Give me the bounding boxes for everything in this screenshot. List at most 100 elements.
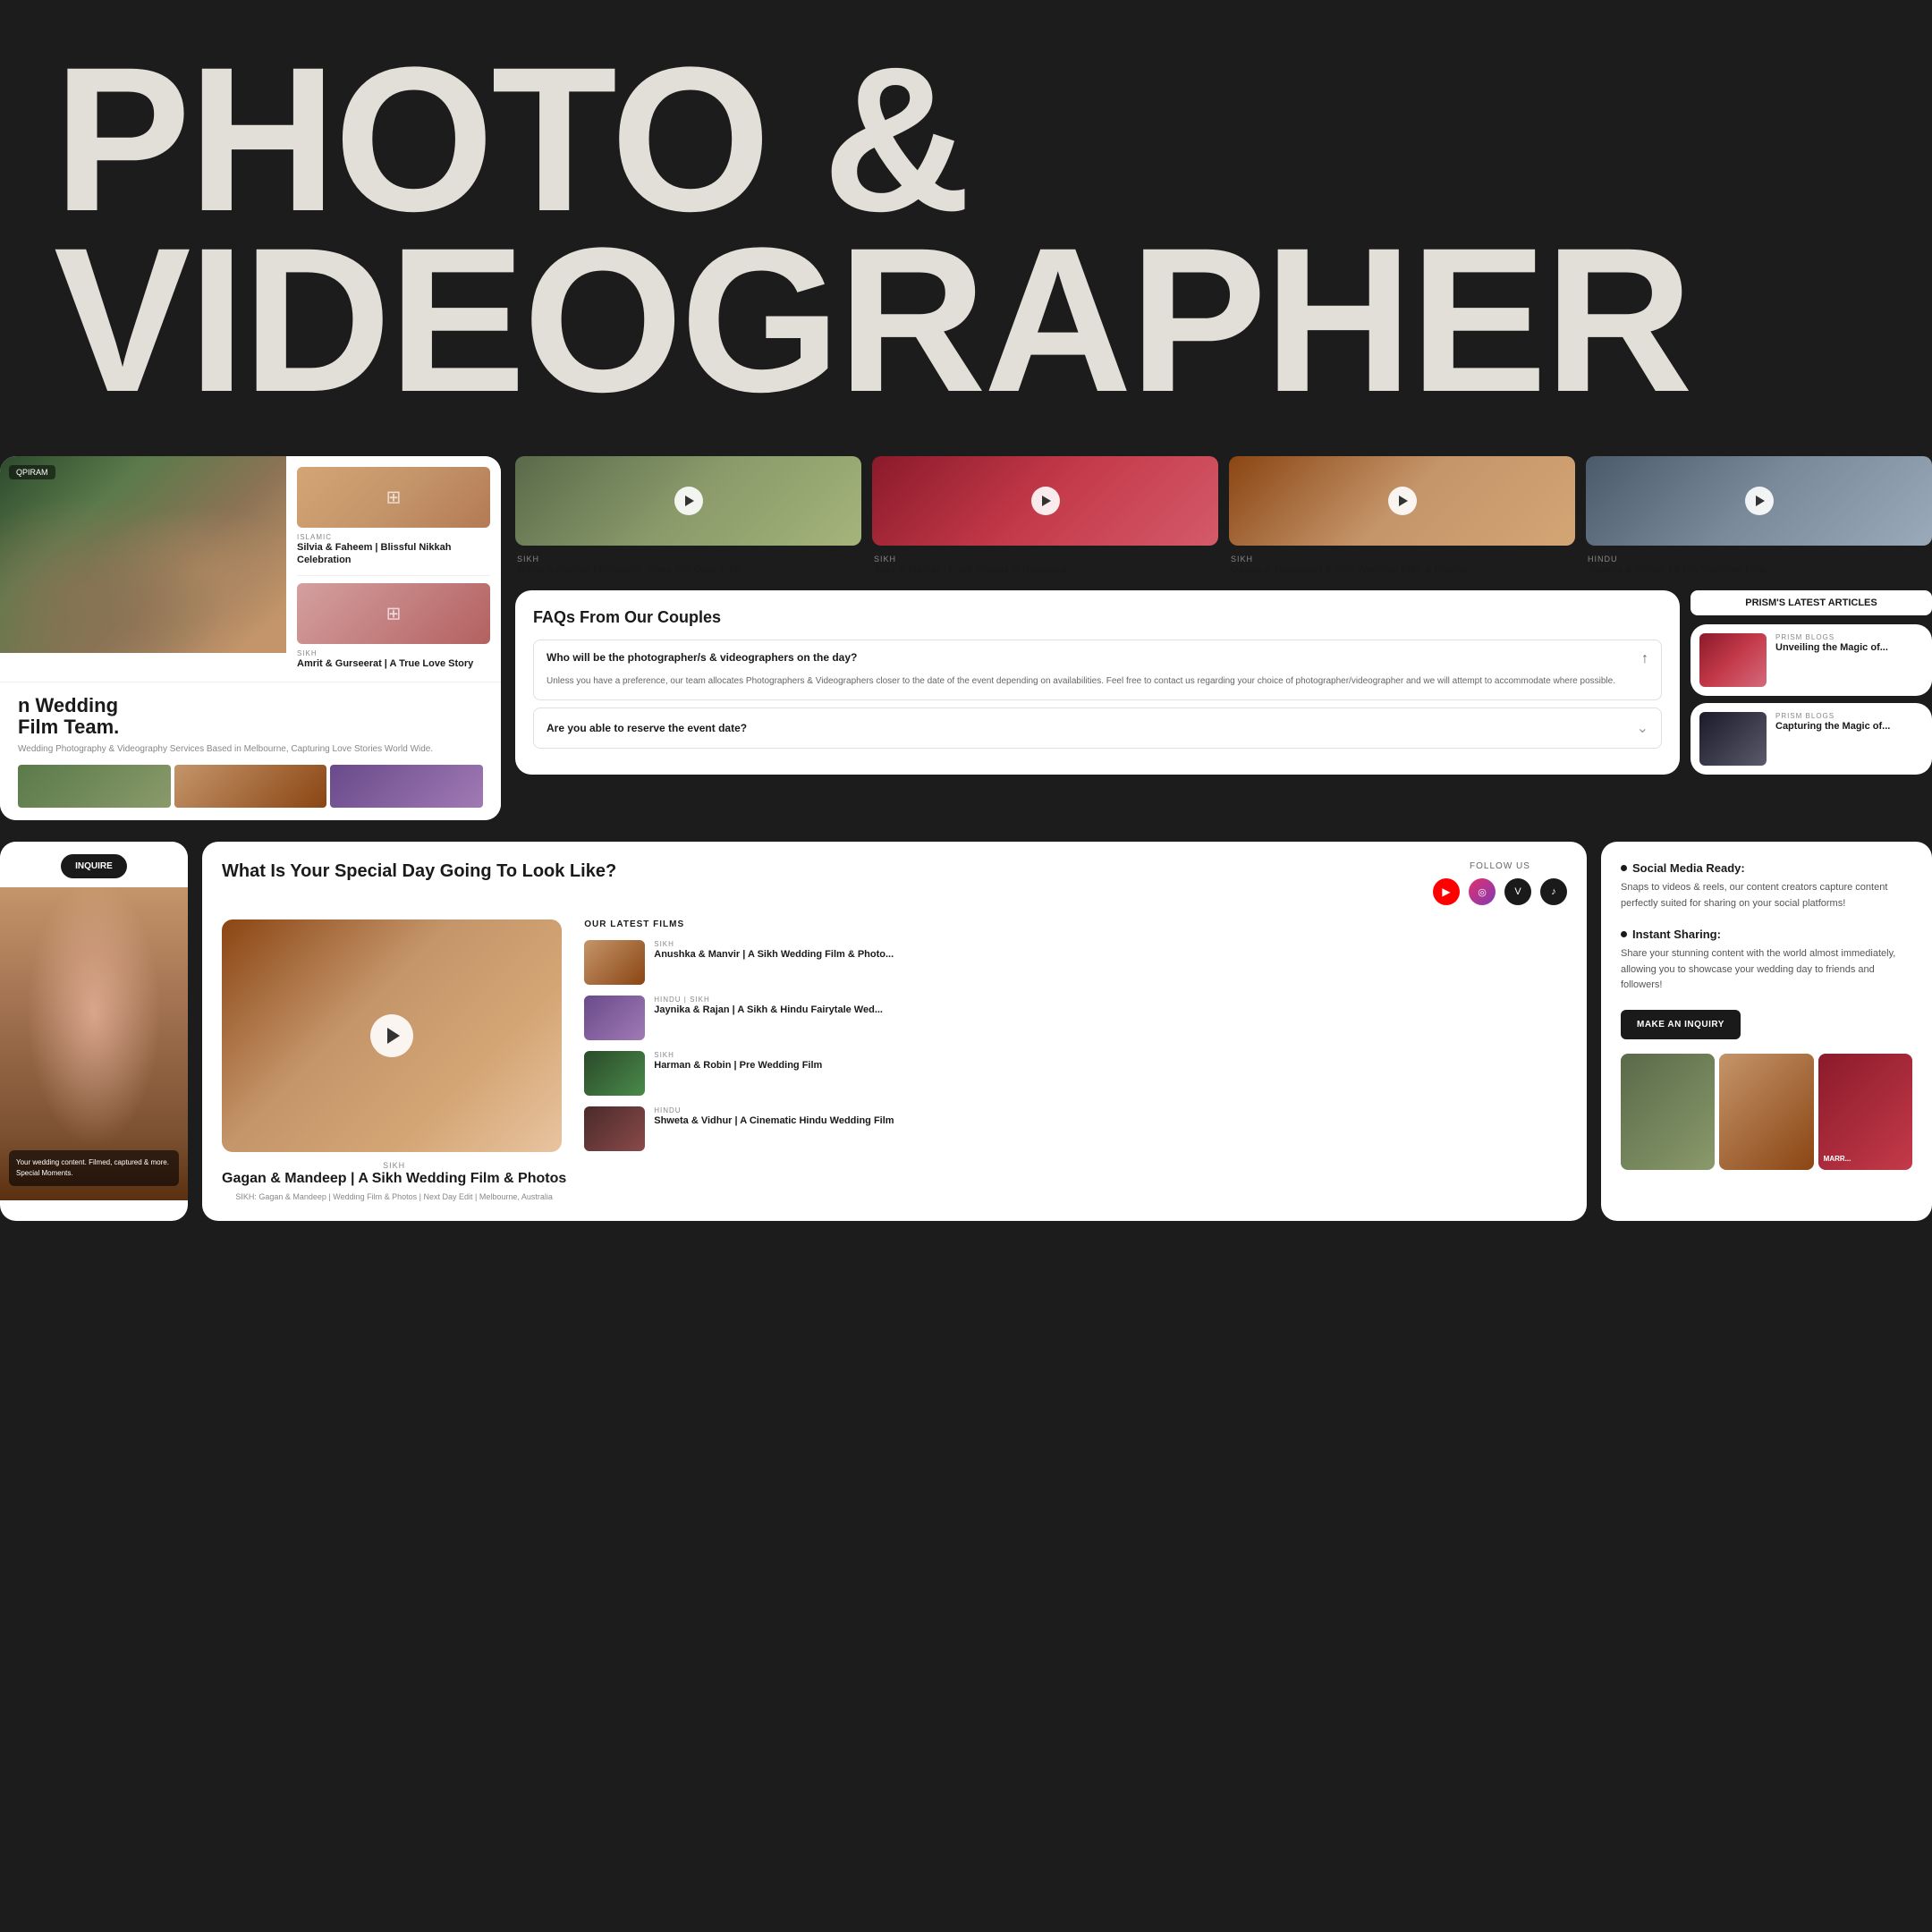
vimeo-icon[interactable]: V (1504, 878, 1531, 905)
article-info-2: PRISM BLOGS Capturing the Magic of... (1775, 712, 1890, 766)
gallery-strip: MARR... (1621, 1054, 1912, 1170)
bullet-1 (1621, 865, 1627, 871)
latest-films-section: OUR LATEST FILMS SIKH Anushka & Manvir |… (584, 919, 1567, 1201)
play-btn-1[interactable] (674, 487, 703, 515)
video-card-2: SIKH Jess & Manjot | From Rituals to Rom… (872, 456, 1218, 580)
main-play-btn[interactable] (370, 1014, 413, 1057)
card2-title: Amrit & Gurseerat | A True Love Story (297, 657, 490, 670)
gallery-img-2 (1719, 1054, 1813, 1170)
faq-card: FAQs From Our Couples Who will be the ph… (515, 590, 1680, 775)
article-info-1: PRISM BLOGS Unveiling the Magic of... (1775, 633, 1888, 687)
inquire-button[interactable]: INQUIRE (61, 854, 127, 878)
faq-articles-row: FAQs From Our Couples Who will be the ph… (515, 590, 1932, 775)
film-item-2: HINDU | SIKH Jaynika & Rajan | A Sikh & … (584, 996, 1567, 1040)
nav-tag: QPIRAM (9, 465, 55, 479)
brand-name: n Wedding Film Team. (18, 695, 483, 738)
mobile-photo: Your wedding content. Filmed, captured &… (0, 887, 188, 1200)
make-inquiry-button[interactable]: MAKE AN INQUIRY (1621, 1010, 1741, 1039)
video-thumb-1 (515, 456, 861, 546)
instagram-icon[interactable]: ◎ (1469, 878, 1496, 905)
main-video-thumb (222, 919, 562, 1152)
main-wedding-photo: QPIRAM (0, 456, 286, 653)
thumb-3 (330, 765, 483, 808)
bottom-section: INQUIRE Your wedding content. Filmed, ca… (0, 842, 1932, 1221)
articles-sidebar: PRISM'S LATEST ARTICLES PRISM BLOGS Unve… (1690, 590, 1932, 775)
play-btn-4[interactable] (1745, 487, 1774, 515)
video-grid: SIKH Nitika & Jashan | Romantic 'Save Th… (515, 456, 1932, 580)
video-info-3: SIKH Gagan & Mandeep | A Sikh Wedding Fi… (1229, 546, 1575, 580)
tiktok-icon[interactable]: ♪ (1540, 878, 1567, 905)
side-card-2-thumb: ⊞ (297, 583, 490, 644)
gallery-img-3: MARR... (1818, 1054, 1912, 1170)
feature-1-title: Social Media Ready: (1632, 861, 1745, 875)
main-video-section: SIKH Gagan & Mandeep | A Sikh Wedding Fi… (222, 919, 566, 1201)
article-item-1: PRISM BLOGS Unveiling the Magic of... (1690, 624, 1932, 696)
card1-title: Silvia & Faheem | Blissful Nikkah Celebr… (297, 541, 490, 567)
brand-desc: Wedding Photography & Videography Servic… (18, 743, 483, 756)
youtube-icon[interactable]: ▶ (1433, 878, 1460, 905)
film-meta: SIKH: Gagan & Mandeep | Wedding Film & P… (222, 1192, 566, 1201)
card2-tag: SIKH (297, 649, 490, 657)
film-thumb-3 (584, 1051, 645, 1096)
faq-item-2[interactable]: Are you able to reserve the event date? … (533, 708, 1662, 749)
faq-q2-chevron: ⌄ (1637, 719, 1648, 737)
video-thumb-3 (1229, 456, 1575, 546)
thumb-strip (18, 765, 483, 808)
feature-2: Instant Sharing: Share your stunning con… (1621, 928, 1912, 994)
gallery-img-1 (1621, 1054, 1715, 1170)
articles-title: PRISM'S LATEST ARTICLES (1690, 590, 1932, 615)
film-thumb-1 (584, 940, 645, 985)
follow-section: FOLLOW US ▶ ◎ V ♪ (1433, 861, 1567, 905)
video-card-3: SIKH Gagan & Mandeep | A Sikh Wedding Fi… (1229, 456, 1575, 580)
faq-q1-text: Who will be the photographer/s & videogr… (547, 651, 1641, 664)
article-title-1: Unveiling the Magic of... (1775, 641, 1888, 654)
right-content-col: SIKH Nitika & Jashan | Romantic 'Save Th… (515, 456, 1932, 820)
play-btn-3[interactable] (1388, 487, 1417, 515)
faq-q2-text: Are you able to reserve the event date? (547, 722, 1637, 734)
article-item-2: PRISM BLOGS Capturing the Magic of... (1690, 703, 1932, 775)
right-features-card: Social Media Ready: Snaps to videos & re… (1601, 842, 1932, 1221)
article-thumb-2 (1699, 712, 1767, 766)
side-card-1: ⊞ ISLAMIC Silvia & Faheem | Blissful Nik… (297, 467, 490, 567)
latest-films-title: OUR LATEST FILMS (584, 919, 1567, 929)
page-root: PHOTO & VIDEOGRAPHER QPIRAM ⊞ (0, 0, 1932, 1932)
center-heading: What Is Your Special Day Going To Look L… (222, 861, 616, 882)
film-item-3: SIKH Harman & Robin | Pre Wedding Film (584, 1051, 1567, 1096)
feature-2-desc: Share your stunning content with the wor… (1621, 946, 1912, 994)
film-category: SIKH (222, 1161, 566, 1170)
film-thumb-4 (584, 1106, 645, 1151)
faq-q1-arrow: ↑ (1641, 651, 1648, 667)
mobile-caption: Your wedding content. Filmed, captured &… (9, 1150, 179, 1186)
article-label-1: PRISM BLOGS (1775, 633, 1888, 641)
follow-label: FOLLOW US (1433, 861, 1567, 871)
card-top-row: QPIRAM ⊞ ISLAMIC Silvia & Faheem | Bliss… (0, 456, 501, 682)
play-btn-2[interactable] (1031, 487, 1060, 515)
mobile-mockup: INQUIRE Your wedding content. Filmed, ca… (0, 842, 188, 1221)
faq-item-1[interactable]: Who will be the photographer/s & videogr… (533, 640, 1662, 700)
center-content-row: SIKH Gagan & Mandeep | A Sikh Wedding Fi… (222, 919, 1567, 1201)
hero-section: PHOTO & VIDEOGRAPHER (0, 0, 1932, 456)
video-card-4: HINDU Shweta & Vidhur | A Pre Wedding Fi… (1586, 456, 1932, 580)
bullet-2 (1621, 931, 1627, 937)
film-thumb-2 (584, 996, 645, 1040)
article-thumb-1 (1699, 633, 1767, 687)
video-thumb-2 (872, 456, 1218, 546)
side-cards: ⊞ ISLAMIC Silvia & Faheem | Blissful Nik… (286, 456, 501, 682)
film-item-1: SIKH Anushka & Manvir | A Sikh Wedding F… (584, 940, 1567, 985)
side-card-1-thumb: ⊞ (297, 467, 490, 528)
left-website-card: QPIRAM ⊞ ISLAMIC Silvia & Faheem | Bliss… (0, 456, 501, 820)
article-label-2: PRISM BLOGS (1775, 712, 1890, 720)
faq-title: FAQs From Our Couples (533, 608, 1662, 627)
video-thumb-4 (1586, 456, 1932, 546)
feature-1-desc: Snaps to videos & reels, our content cre… (1621, 880, 1912, 911)
side-card-2: ⊞ SIKH Amrit & Gurseerat | A True Love S… (297, 575, 490, 670)
brand-section: n Wedding Film Team. Wedding Photography… (0, 682, 501, 820)
film-title: Gagan & Mandeep | A Sikh Wedding Film & … (222, 1170, 566, 1189)
faq-q1-answer: Unless you have a preference, our team a… (547, 674, 1648, 689)
social-icons: ▶ ◎ V ♪ (1433, 878, 1567, 905)
feature-1: Social Media Ready: Snaps to videos & re… (1621, 861, 1912, 911)
thumb-1 (18, 765, 171, 808)
video-card-1: SIKH Nitika & Jashan | Romantic 'Save Th… (515, 456, 861, 580)
feature-2-title: Instant Sharing: (1632, 928, 1721, 941)
mockups-row: QPIRAM ⊞ ISLAMIC Silvia & Faheem | Bliss… (0, 456, 1932, 842)
